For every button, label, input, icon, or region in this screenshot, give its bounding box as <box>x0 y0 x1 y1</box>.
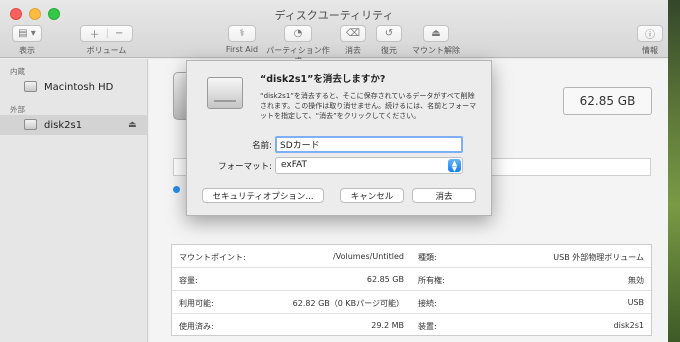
volume-label: ボリューム <box>86 46 127 55</box>
info-value: USB 外部物理ボリューム <box>553 253 644 262</box>
info-button[interactable]: ⓘ <box>637 25 663 42</box>
info-value: 29.2 MB <box>371 321 404 330</box>
sidebar-header-internal: 内蔵 <box>10 67 25 76</box>
updown-chevron-icon: ▲ ▼ <box>448 159 461 173</box>
name-field[interactable] <box>275 136 463 153</box>
volume-info-table: マウントポイント: /Volumes/Untitled 種類: USB 外部物理… <box>171 244 652 336</box>
first-aid-button[interactable]: ⚕ <box>228 25 256 42</box>
info-label: 容量: <box>179 276 198 285</box>
dialog-message: “disk2s1”を消去すると、そこに保存されているデータがすべて削除されます。… <box>260 92 477 120</box>
table-row: 使用済み: 29.2 MB 装置: disk2s1 <box>172 314 651 337</box>
info-label: 利用可能: <box>179 299 214 308</box>
capacity-badge: 62.85 GB <box>563 87 652 115</box>
info-label: 情報 <box>642 46 658 55</box>
dialog-title: “disk2s1”を消去しますか? <box>260 74 386 85</box>
format-label: フォーマット: <box>218 162 272 172</box>
info-value: disk2s1 <box>613 321 644 330</box>
sidebar-item-label: disk2s1 <box>44 119 83 131</box>
format-select[interactable]: exFAT ▲ ▼ <box>275 157 463 174</box>
info-value: 62.82 GB（0 KBパージ可能） <box>292 299 404 308</box>
sidebar-item-macintosh-hd[interactable]: Macintosh HD <box>0 77 148 97</box>
remove-volume-icon: − <box>114 28 124 39</box>
first-aid-label: First Aid <box>225 45 259 54</box>
info-label: 装置: <box>418 322 437 331</box>
view-button[interactable]: ▤ ▾ <box>12 25 42 42</box>
sidebar: 内蔵 Macintosh HD 外部 disk2s1 ⏏ <box>0 59 148 342</box>
restore-label: 復元 <box>381 46 397 55</box>
erase-toolbar-button[interactable]: ⌫ <box>340 25 366 42</box>
add-volume-icon: ＋ <box>89 30 100 41</box>
unmount-button[interactable]: ⏏ <box>423 25 449 42</box>
table-row: 利用可能: 62.82 GB（0 KBパージ可能） 接続: USB <box>172 291 651 314</box>
info-label: マウントポイント: <box>179 253 246 262</box>
cancel-button[interactable]: キャンセル <box>340 188 404 203</box>
info-value: 無効 <box>628 276 644 285</box>
internal-disk-icon <box>24 81 37 92</box>
partition-button[interactable]: ◔ <box>284 25 312 42</box>
info-icon: ⓘ <box>645 30 655 41</box>
pie-chart-icon: ◔ <box>293 28 303 39</box>
info-value: 62.85 GB <box>366 275 404 284</box>
sidebar-item-label: Macintosh HD <box>44 81 114 93</box>
window-title: ディスクユーティリティ <box>274 9 394 22</box>
info-label: 種類: <box>418 253 437 262</box>
security-options-button[interactable]: セキュリティオプション... <box>202 188 324 203</box>
title-bar: ディスクユーティリティ ▤ ▾ 表示 ＋ | − ボリューム ⚕ First A… <box>0 0 668 66</box>
erase-button[interactable]: 消去 <box>412 188 476 203</box>
format-value: exFAT <box>281 160 308 170</box>
drive-icon <box>207 77 243 109</box>
info-label: 使用済み: <box>179 322 214 331</box>
stethoscope-icon: ⚕ <box>239 28 245 39</box>
volume-button-group[interactable]: ＋ | − <box>80 25 133 42</box>
info-label: 接続: <box>418 299 437 308</box>
eject-icon: ⏏ <box>431 28 441 39</box>
info-value: /Volumes/Untitled <box>333 252 404 261</box>
name-label: 名前: <box>252 141 272 151</box>
sidebar-item-disk2s1[interactable]: disk2s1 ⏏ <box>0 115 148 135</box>
table-row: マウントポイント: /Volumes/Untitled 種類: USB 外部物理… <box>172 245 651 268</box>
used-space-dot-icon <box>173 186 180 193</box>
restore-button[interactable]: ↺ <box>376 25 402 42</box>
sidebar-icon: ▤ ▾ <box>18 28 36 39</box>
info-label: 所有権: <box>418 276 445 285</box>
external-disk-icon <box>24 119 37 130</box>
unmount-label: マウント解除 <box>412 46 460 55</box>
view-label: 表示 <box>19 46 35 55</box>
eject-icon[interactable]: ⏏ <box>128 120 137 130</box>
sidebar-header-external: 外部 <box>10 105 25 114</box>
erase-label: 消去 <box>345 46 361 55</box>
erase-icon: ⌫ <box>345 28 361 39</box>
info-value: USB <box>627 298 644 307</box>
restore-icon: ↺ <box>384 28 394 39</box>
table-row: 容量: 62.85 GB 所有権: 無効 <box>172 268 651 291</box>
